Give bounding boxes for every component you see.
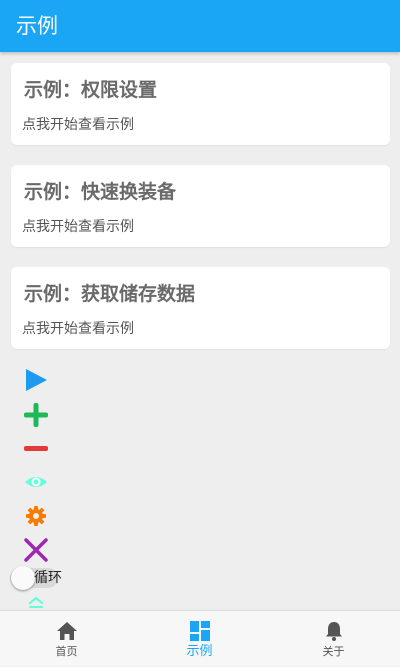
dashboard-icon <box>189 621 210 641</box>
example-card-quick-equip[interactable]: 示例：快速换装备 点我开始查看示例 <box>11 165 390 247</box>
remove-button[interactable] <box>22 434 50 462</box>
card-subtitle: 点我开始查看示例 <box>22 219 134 235</box>
home-icon <box>56 622 77 640</box>
loop-toggle[interactable]: 循环 <box>10 566 90 590</box>
gear-icon <box>26 506 46 526</box>
eye-icon <box>25 477 47 487</box>
card-title: 示例：获取储存数据 <box>24 283 196 305</box>
add-button[interactable] <box>22 401 50 429</box>
example-card-storage-data[interactable]: 示例：获取储存数据 点我开始查看示例 <box>11 267 390 349</box>
play-button[interactable] <box>22 366 50 394</box>
card-title: 示例：快速换装备 <box>24 181 177 203</box>
example-card-permissions[interactable]: 示例：权限设置 点我开始查看示例 <box>11 63 390 145</box>
nav-examples[interactable]: 示例 <box>133 611 266 667</box>
chevron-up-icon <box>28 596 44 608</box>
close-button[interactable] <box>22 536 50 564</box>
play-icon <box>26 369 47 391</box>
nav-about-label: 关于 <box>322 645 345 658</box>
view-button[interactable] <box>22 468 50 496</box>
settings-button[interactable] <box>22 502 50 530</box>
toggle-knob <box>11 566 35 590</box>
nav-home[interactable]: 首页 <box>0 611 133 667</box>
bottom-nav: 首页 示例 关于 <box>0 610 400 666</box>
nav-examples-label: 示例 <box>186 644 213 659</box>
card-title: 示例：权限设置 <box>24 79 158 101</box>
close-icon <box>24 538 48 562</box>
card-subtitle: 点我开始查看示例 <box>22 321 134 337</box>
card-subtitle: 点我开始查看示例 <box>22 117 134 133</box>
collapse-button[interactable] <box>22 594 50 610</box>
minus-icon <box>24 446 48 451</box>
app-bar: 示例 <box>0 0 400 52</box>
plus-icon <box>24 403 48 427</box>
nav-about[interactable]: 关于 <box>267 611 400 667</box>
nav-home-label: 首页 <box>55 645 78 658</box>
bell-icon <box>325 622 342 641</box>
loop-toggle-label: 循环 <box>34 570 62 586</box>
app-bar-title: 示例 <box>16 14 58 38</box>
